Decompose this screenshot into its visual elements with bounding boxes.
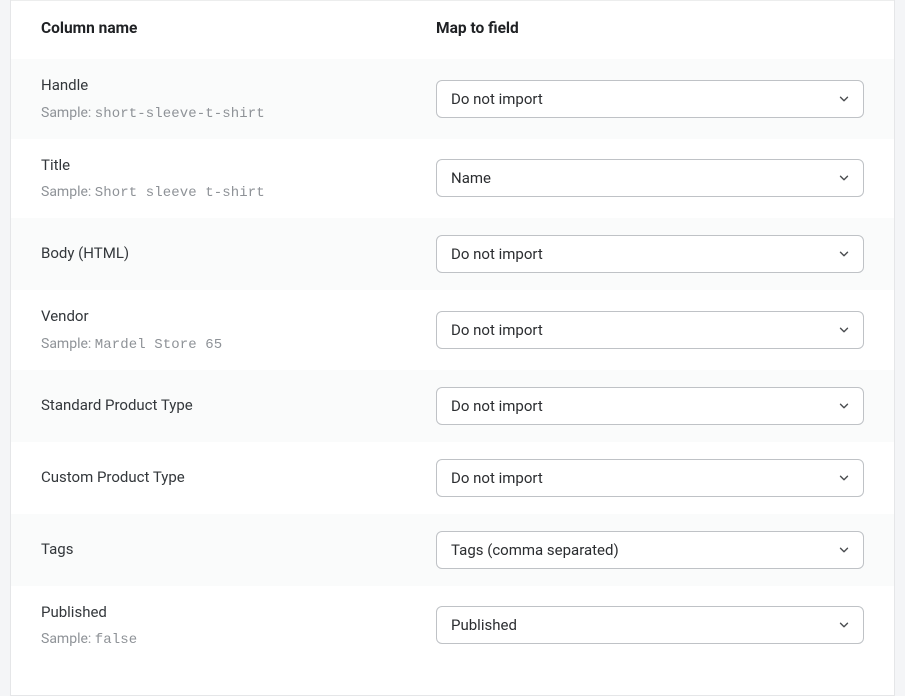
sample-value: Short sleeve t-shirt bbox=[95, 185, 265, 201]
mapping-row: Body (HTML) Do not import bbox=[11, 218, 894, 290]
column-name-label: Standard Product Type bbox=[41, 396, 416, 416]
column-name-label: Tags bbox=[41, 540, 416, 560]
table-header: Column name Map to field bbox=[11, 0, 894, 59]
map-to-field-select[interactable]: Published bbox=[436, 606, 864, 644]
sample-label: Sample: bbox=[41, 184, 91, 200]
column-name-label: Handle bbox=[41, 76, 416, 96]
select-value: Do not import bbox=[436, 311, 864, 349]
sample-line: Sample: false bbox=[41, 631, 416, 648]
map-to-field-select[interactable]: Do not import bbox=[436, 387, 864, 425]
select-value: Do not import bbox=[436, 235, 864, 273]
column-name-label: Title bbox=[41, 156, 416, 176]
mapping-row: Tags Tags (comma separated) bbox=[11, 514, 894, 586]
map-to-field-select[interactable]: Tags (comma separated) bbox=[436, 531, 864, 569]
sample-line: Sample: short-sleeve-t-shirt bbox=[41, 105, 416, 122]
map-to-field-select[interactable]: Do not import bbox=[436, 235, 864, 273]
mapping-row: Handle Sample: short-sleeve-t-shirt Do n… bbox=[11, 59, 894, 139]
mapping-row: Title Sample: Short sleeve t-shirt Name bbox=[11, 139, 894, 219]
sample-value: short-sleeve-t-shirt bbox=[95, 106, 265, 122]
mapping-row: Standard Product Type Do not import bbox=[11, 370, 894, 442]
column-name-label: Custom Product Type bbox=[41, 468, 416, 488]
mapping-row: Vendor Sample: Mardel Store 65 Do not im… bbox=[11, 290, 894, 370]
sample-value: Mardel Store 65 bbox=[95, 337, 223, 353]
select-value: Do not import bbox=[436, 80, 864, 118]
mapping-card: Column name Map to field Handle Sample: … bbox=[10, 0, 895, 696]
mapping-row: Custom Product Type Do not import bbox=[11, 442, 894, 514]
sample-line: Sample: Mardel Store 65 bbox=[41, 336, 416, 353]
select-value: Tags (comma separated) bbox=[436, 531, 864, 569]
header-map-to-field: Map to field bbox=[436, 19, 864, 37]
sample-label: Sample: bbox=[41, 631, 91, 647]
select-value: Do not import bbox=[436, 387, 864, 425]
select-value: Name bbox=[436, 159, 864, 197]
sample-value: false bbox=[95, 632, 138, 648]
column-name-label: Published bbox=[41, 603, 416, 623]
sample-label: Sample: bbox=[41, 336, 91, 352]
map-to-field-select[interactable]: Do not import bbox=[436, 311, 864, 349]
header-column-name: Column name bbox=[41, 19, 436, 37]
mapping-row: Published Sample: false Published bbox=[11, 586, 894, 673]
column-name-label: Vendor bbox=[41, 307, 416, 327]
select-value: Do not import bbox=[436, 459, 864, 497]
map-to-field-select[interactable]: Do not import bbox=[436, 459, 864, 497]
select-value: Published bbox=[436, 606, 864, 644]
map-to-field-select[interactable]: Name bbox=[436, 159, 864, 197]
sample-label: Sample: bbox=[41, 105, 91, 121]
column-name-label: Body (HTML) bbox=[41, 244, 416, 264]
sample-line: Sample: Short sleeve t-shirt bbox=[41, 184, 416, 201]
map-to-field-select[interactable]: Do not import bbox=[436, 80, 864, 118]
